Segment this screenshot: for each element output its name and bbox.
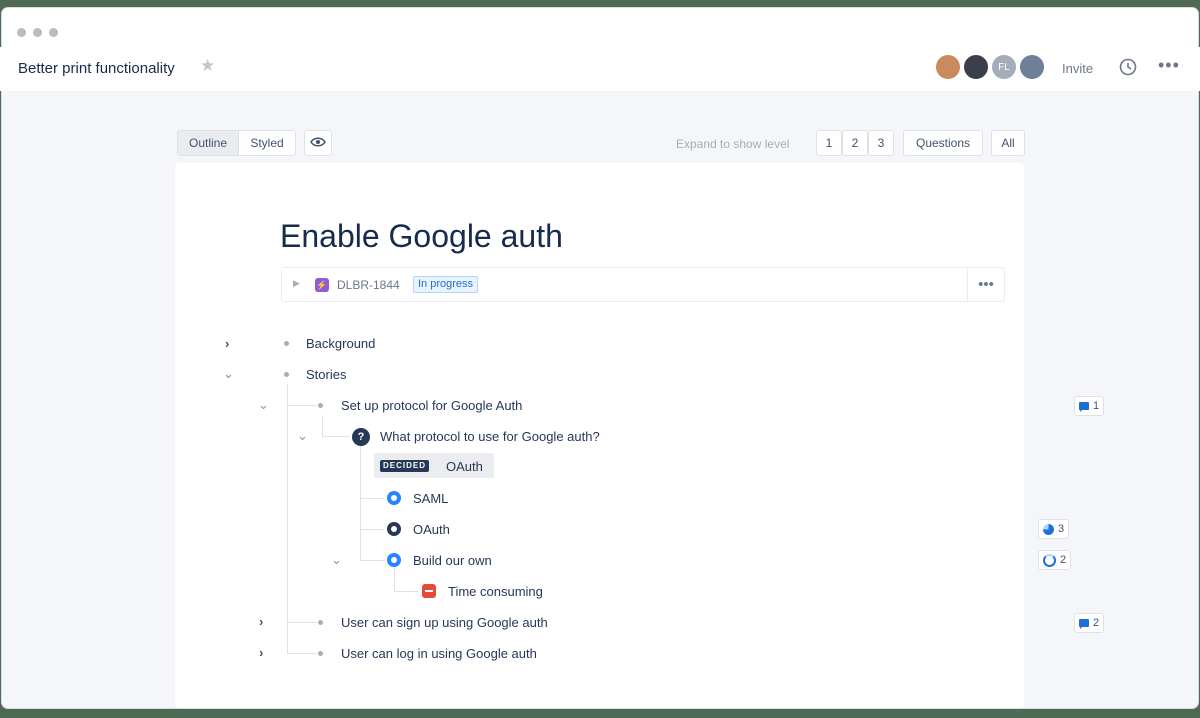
issue-more-icon[interactable]: ••• xyxy=(967,268,1004,301)
level-1-button[interactable]: 1 xyxy=(816,130,842,156)
level-2-button[interactable]: 2 xyxy=(842,130,868,156)
tab-styled[interactable]: Styled xyxy=(238,130,296,156)
tree-line xyxy=(287,384,288,654)
level-3-button[interactable]: 3 xyxy=(868,130,894,156)
outline-item-signup[interactable]: User can sign up using Google auth xyxy=(341,615,548,630)
chevron-down-icon[interactable]: ⌄ xyxy=(223,367,234,381)
tree-line xyxy=(360,560,384,561)
outline-item-login[interactable]: User can log in using Google auth xyxy=(341,646,537,661)
vote-count: 2 xyxy=(1060,554,1067,566)
option-icon xyxy=(387,553,401,567)
chevron-right-icon[interactable]: › xyxy=(225,337,229,351)
decided-badge: DECIDED xyxy=(380,460,430,472)
con-item[interactable]: Time consuming xyxy=(448,584,543,599)
issue-bar[interactable]: ▶ ⚡ DLBR-1844 In progress ••• xyxy=(281,267,1005,302)
page-header: Better print functionality ★ FL Invite •… xyxy=(0,47,1200,91)
tree-line xyxy=(360,446,361,560)
epic-icon: ⚡ xyxy=(315,278,329,292)
decision-box[interactable]: DECIDED OAuth xyxy=(374,453,494,478)
window-dot-icon[interactable] xyxy=(33,28,42,37)
option-icon xyxy=(387,491,401,505)
comment-icon xyxy=(1079,402,1089,412)
issue-key[interactable]: DLBR-1844 xyxy=(337,278,400,292)
caret-right-icon[interactable]: ▶ xyxy=(293,278,300,289)
bullet-icon xyxy=(284,341,289,346)
tree-line xyxy=(394,591,418,592)
window-dot-icon[interactable] xyxy=(49,28,58,37)
tab-outline[interactable]: Outline xyxy=(177,130,239,156)
outline-item-setup[interactable]: Set up protocol for Google Auth xyxy=(341,398,522,413)
document-title[interactable]: Enable Google auth xyxy=(280,218,563,255)
tree-line xyxy=(360,498,384,499)
outline-item-stories[interactable]: Stories xyxy=(306,367,346,382)
tree-line xyxy=(322,415,323,436)
option-oauth[interactable]: OAuth xyxy=(413,522,450,537)
window-dot-icon[interactable] xyxy=(17,28,26,37)
avatar[interactable]: FL xyxy=(990,53,1018,81)
avatar[interactable] xyxy=(1018,53,1046,81)
expand-label: Expand to show level xyxy=(676,137,790,151)
vote-count-badge[interactable]: 2 xyxy=(1038,550,1072,570)
invite-button[interactable]: Invite xyxy=(1062,61,1093,76)
tree-line xyxy=(287,622,317,623)
bullet-icon xyxy=(318,620,323,625)
more-icon[interactable]: ••• xyxy=(1158,55,1180,76)
tree-line xyxy=(322,436,350,437)
outline-item-question[interactable]: What protocol to use for Google auth? xyxy=(380,429,600,444)
bullet-icon xyxy=(318,403,323,408)
option-selected-icon xyxy=(387,522,401,536)
comment-icon xyxy=(1079,619,1089,629)
tree-line xyxy=(360,529,384,530)
status-badge[interactable]: In progress xyxy=(413,276,479,293)
comment-count-badge[interactable]: 2 xyxy=(1074,613,1105,633)
questions-filter-button[interactable]: Questions xyxy=(903,130,983,156)
star-icon[interactable]: ★ xyxy=(200,56,215,76)
option-saml[interactable]: SAML xyxy=(413,491,448,506)
chevron-right-icon[interactable]: › xyxy=(259,646,263,660)
preview-button[interactable] xyxy=(304,130,332,156)
bullet-icon xyxy=(284,372,289,377)
all-filter-button[interactable]: All xyxy=(991,130,1025,156)
comment-count: 2 xyxy=(1093,617,1100,629)
chevron-right-icon[interactable]: › xyxy=(259,615,263,629)
comment-count-badge[interactable]: 1 xyxy=(1074,396,1105,416)
vote-count: 3 xyxy=(1058,523,1065,535)
vote-count-badge[interactable]: 3 xyxy=(1038,519,1070,539)
outline-item-background[interactable]: Background xyxy=(306,336,375,351)
avatar[interactable] xyxy=(934,53,962,81)
tree-line xyxy=(287,405,317,406)
question-icon: ? xyxy=(352,428,370,446)
tree-line xyxy=(394,568,395,591)
chevron-down-icon[interactable]: ⌄ xyxy=(258,398,269,412)
eye-icon xyxy=(310,136,326,151)
option-build[interactable]: Build our own xyxy=(413,553,492,568)
bullet-icon xyxy=(318,651,323,656)
page-title: Better print functionality xyxy=(18,60,175,77)
history-icon[interactable] xyxy=(1118,57,1138,82)
chevron-down-icon[interactable]: ⌄ xyxy=(297,429,308,443)
pie-chart-icon xyxy=(1043,523,1054,535)
comment-count: 1 xyxy=(1093,400,1100,412)
con-icon xyxy=(422,584,436,598)
tree-line xyxy=(287,653,317,654)
progress-ring-icon xyxy=(1043,553,1056,567)
chevron-down-icon[interactable]: ⌄ xyxy=(331,553,342,567)
decided-value: OAuth xyxy=(446,459,483,474)
avatar[interactable] xyxy=(962,53,990,81)
